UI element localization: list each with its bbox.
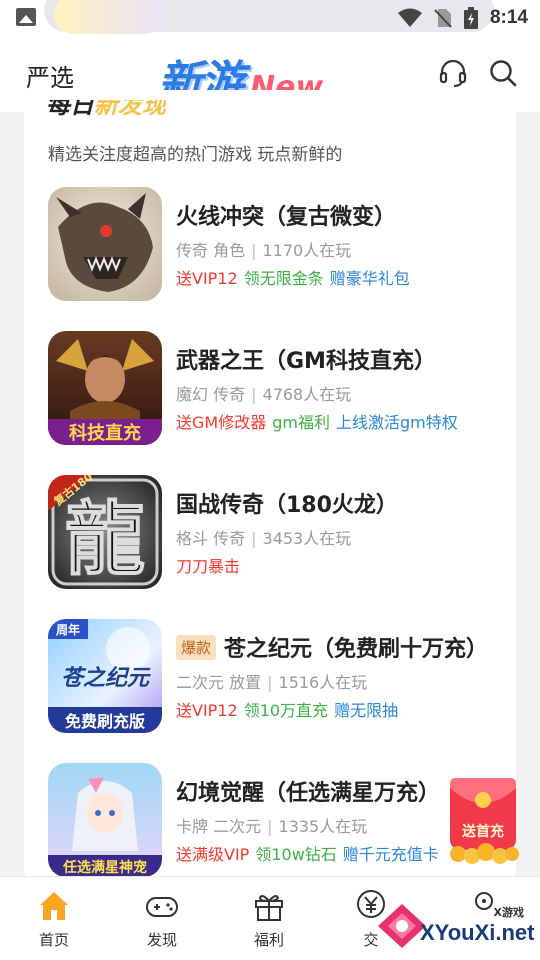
nav-discover[interactable]: 发现 <box>122 889 202 950</box>
icon-banner-text: 科技直充 <box>69 422 141 444</box>
game-tag: 角色 <box>213 241 246 260</box>
nav-label: 首页 <box>38 931 69 949</box>
status-time: 8:14 <box>489 7 528 28</box>
no-sim-icon <box>434 9 452 28</box>
game-meta: 传奇 角色 | 1170人在玩 <box>176 237 351 261</box>
game-icon-warrior[interactable]: 科技直充 <box>48 331 162 445</box>
game-perks: 送GM修改器 gm福利 上线激活gm特权 <box>176 409 464 433</box>
icon-logo-text: 苍之纪元 <box>61 665 151 691</box>
game-perks: 送VIP12 领10万直充 赠无限抽 <box>176 697 404 721</box>
hot-badge: 爆款 <box>176 635 217 660</box>
game-tag: 传奇 <box>213 529 246 548</box>
game-item[interactable]: 龍 复古180 国战传奇（180火龙） 格斗 传奇 | 3453人在玩 刀刀暴击 <box>48 475 516 595</box>
watermark-main-text: XYouXi.net <box>420 920 535 945</box>
game-tag: 放置 <box>229 673 262 692</box>
game-icon-anime-logo[interactable]: 苍之纪元 免费刷充版 周年 <box>48 619 162 733</box>
wifi-icon <box>397 8 422 27</box>
section-subtitle: 精选关注度超高的热门游戏 玩点新鲜的 <box>48 145 343 165</box>
game-item[interactable]: 苍之纪元 免费刷充版 周年 爆款 苍之纪元（免费刷十万充） 二次元 放置 | 1516… <box>48 619 516 739</box>
yanxuan-tab[interactable]: 严选 <box>26 58 74 93</box>
perk: 赠千元充值卡 <box>342 845 439 864</box>
icon-corner-text: 周年 <box>56 622 80 637</box>
section-title-part1: 每日 <box>46 100 94 119</box>
perk: gm福利 <box>272 413 330 432</box>
nav-home[interactable]: 首页 <box>14 889 94 950</box>
meta-separator: | <box>251 241 257 260</box>
game-tag: 传奇 <box>213 385 246 404</box>
perk: 送满级VIP <box>176 845 250 864</box>
perk: 上线激活gm特权 <box>335 413 458 432</box>
nav-label: 发现 <box>146 931 177 949</box>
player-count: 4768人在玩 <box>262 385 352 404</box>
icon-banner-text: 免费刷充版 <box>65 712 145 731</box>
game-tag: 传奇 <box>176 241 209 260</box>
search-icon[interactable] <box>488 58 518 88</box>
watermark-small-text: X游戏 <box>493 906 524 919</box>
gift-icon <box>255 895 283 921</box>
game-meta: 格斗 传奇 | 3453人在玩 <box>176 525 351 549</box>
game-perks: 刀刀暴击 <box>176 553 246 577</box>
game-tag: 魔幻 <box>176 385 209 404</box>
section-title-part2: 新发现 <box>94 100 166 119</box>
game-icon-anime-girl[interactable]: 任选满星神宠 <box>48 763 162 877</box>
site-watermark: X游戏 XYouXi.net <box>372 890 540 960</box>
game-icon-dragon-char[interactable]: 龍 复古180 <box>48 475 162 589</box>
nav-welfare[interactable]: 福利 <box>229 889 309 950</box>
perk: 赠无限抽 <box>334 701 399 720</box>
game-name[interactable]: 火线冲突（复古微变） <box>176 199 506 231</box>
status-icons: 8:14 <box>397 6 528 30</box>
home-icon <box>40 892 68 920</box>
perk: 送VIP12 <box>176 701 238 720</box>
game-name-text: 苍之纪元（免费刷十万充） <box>224 637 489 662</box>
daily-discovery-card: 每日新发现 精选关注度超高的热门游戏 玩点新鲜的 火线冲突（复古微变） 传奇 角… <box>24 90 516 880</box>
perk: 领10万直充 <box>243 701 329 720</box>
meta-separator: | <box>267 817 273 836</box>
meta-separator: | <box>267 673 273 692</box>
game-perks: 送满级VIP 领10w钻石 赠千元充值卡 <box>176 841 445 865</box>
game-tag: 二次元 <box>176 673 225 692</box>
game-meta: 二次元 放置 | 1516人在玩 <box>176 669 367 693</box>
headset-icon[interactable] <box>438 58 468 88</box>
image-icon <box>16 8 36 26</box>
nav-label: 福利 <box>253 931 284 949</box>
perk: 送GM修改器 <box>176 413 267 432</box>
game-item[interactable]: 科技直充 武器之王（GM科技直充） 魔幻 传奇 | 4768人在玩 送GM修改器 gm… <box>48 331 516 451</box>
game-item[interactable]: 火线冲突（复古微变） 传奇 角色 | 1170人在玩 送VIP12 领无限金条 赠豪华礼… <box>48 187 516 307</box>
player-count: 1170人在玩 <box>262 241 352 260</box>
gamepad-icon <box>146 897 178 917</box>
battery-icon <box>463 7 478 29</box>
player-count: 1335人在玩 <box>278 817 368 836</box>
game-tag: 格斗 <box>176 529 209 548</box>
game-name[interactable]: 爆款 苍之纪元（免费刷十万充） <box>176 631 506 663</box>
game-tag: 二次元 <box>213 817 262 836</box>
perk: 赠豪华礼包 <box>329 269 410 288</box>
red-envelope-icon: 送首充 <box>450 778 519 864</box>
section-title: 每日新发现 <box>46 100 166 128</box>
game-meta: 魔幻 传奇 | 4768人在玩 <box>176 381 351 405</box>
meta-separator: | <box>251 385 257 404</box>
icon-char: 龍 <box>65 492 145 586</box>
game-name[interactable]: 国战传奇（180火龙） <box>176 487 506 519</box>
player-count: 1516人在玩 <box>278 673 368 692</box>
status-bar: 8:14 <box>0 0 540 36</box>
game-perks: 送VIP12 领无限金条 赠豪华礼包 <box>176 265 416 289</box>
perk: 领无限金条 <box>243 269 324 288</box>
player-count: 3453人在玩 <box>262 529 352 548</box>
game-icon-dragon[interactable] <box>48 187 162 301</box>
icon-banner-text: 任选满星神宠 <box>62 859 147 876</box>
game-meta: 卡牌 二次元 | 1335人在玩 <box>176 813 367 837</box>
meta-separator: | <box>251 529 257 548</box>
game-tag: 卡牌 <box>176 817 209 836</box>
float-gift-label: 送首充 <box>461 823 504 840</box>
perk: 领10w钻石 <box>255 845 337 864</box>
game-name[interactable]: 武器之王（GM科技直充） <box>176 343 506 375</box>
perk: 刀刀暴击 <box>176 557 241 576</box>
first-recharge-float-button[interactable]: 送首充 <box>446 776 520 864</box>
perk: 送VIP12 <box>176 269 238 288</box>
